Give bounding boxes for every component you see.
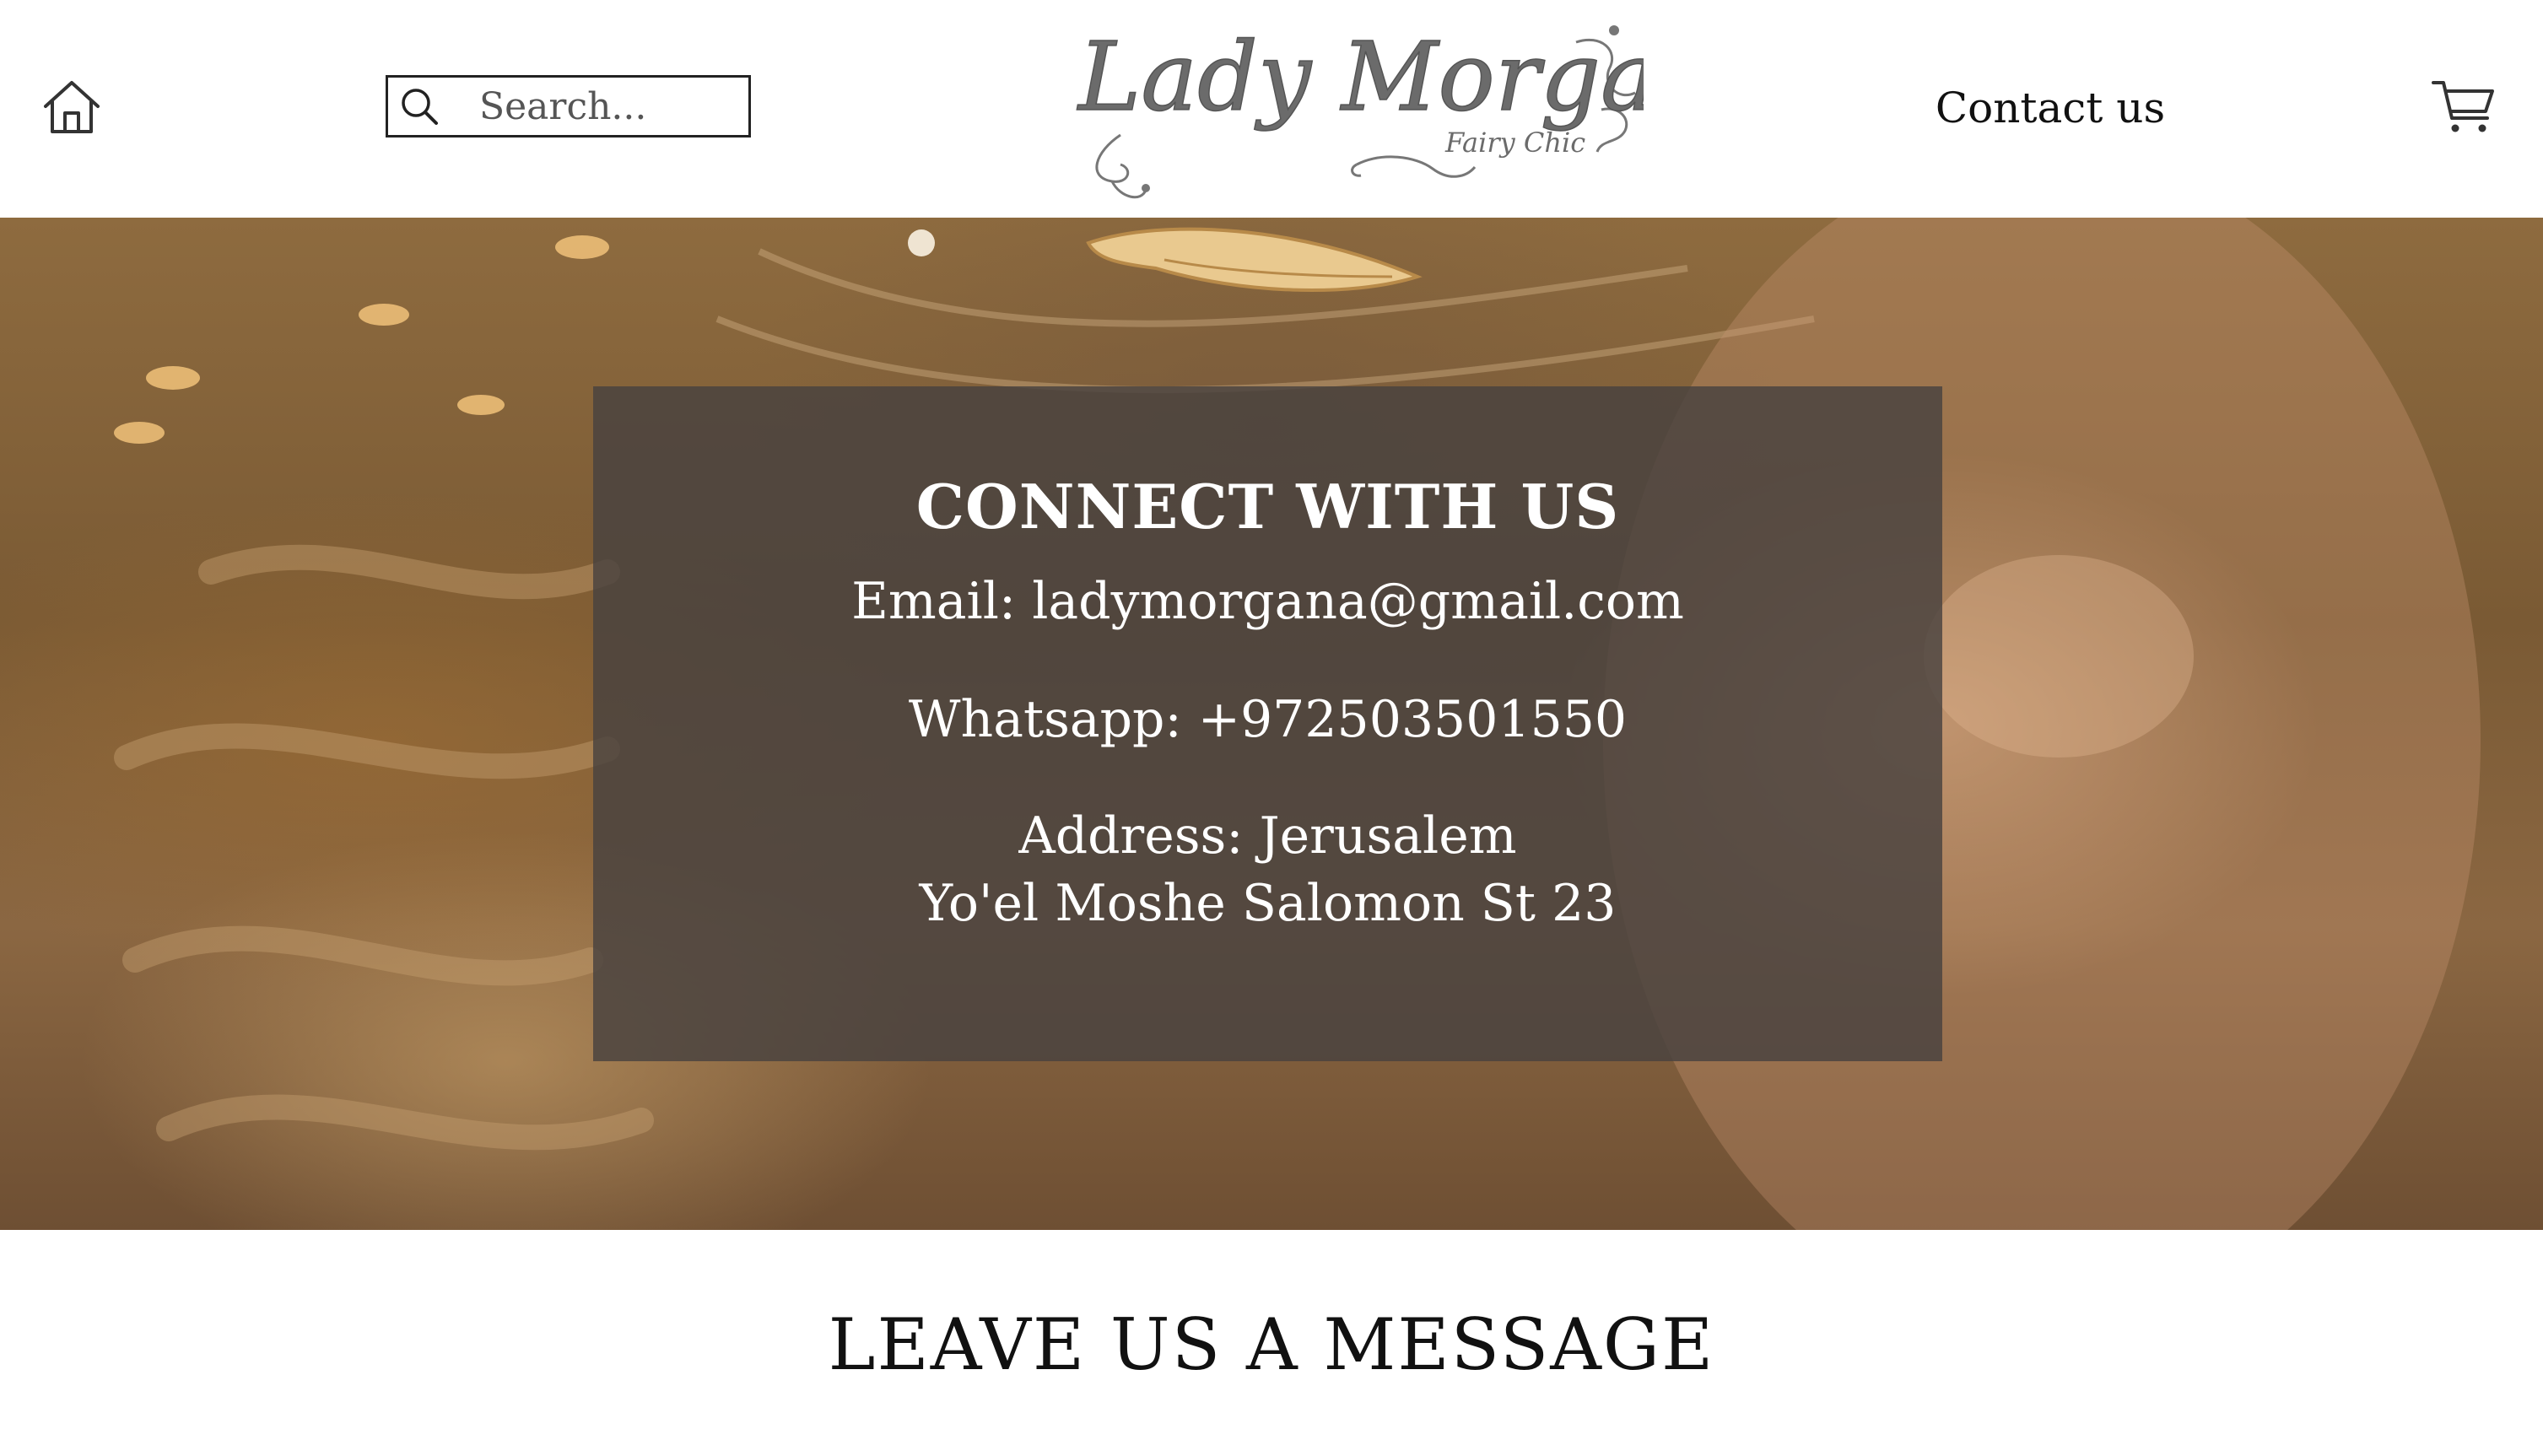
logo-graphic: Lady Morgana Fairy Chic xyxy=(1076,22,1775,199)
search-box[interactable] xyxy=(386,75,751,138)
logo-tagline: Fairy Chic xyxy=(1444,127,1585,159)
search-icon[interactable] xyxy=(398,85,440,127)
home-button[interactable] xyxy=(40,78,103,137)
contact-whatsapp[interactable]: Whatsapp: +972503501550 xyxy=(593,690,1942,749)
connect-title: CONNECT WITH US xyxy=(915,471,1620,542)
logo-name: Lady Morgana xyxy=(1077,23,1644,132)
contact-address-line-1: Address: Jerusalem xyxy=(1018,806,1517,866)
cart-button[interactable] xyxy=(2430,78,2497,137)
home-icon xyxy=(44,81,100,133)
contact-address-line-2: Yo'el Moshe Salomon St 23 xyxy=(919,874,1617,933)
connect-panel: CONNECT WITH US Email: ladymorgana@gmail… xyxy=(593,386,1942,1061)
brand-logo[interactable]: Lady Morgana Fairy Chic xyxy=(1061,8,1775,211)
cart-icon xyxy=(2432,81,2494,132)
hero-section: CONNECT WITH US Email: ladymorgana@gmail… xyxy=(0,218,2543,1230)
site-header: Lady Morgana Fairy Chic Contact us xyxy=(0,0,2543,218)
search-input[interactable] xyxy=(478,80,734,132)
leave-message-title: LEAVE US A MESSAGE xyxy=(828,1303,1715,1386)
contact-email[interactable]: Email: ladymorgana@gmail.com xyxy=(593,572,1942,631)
contact-us-link[interactable]: Contact us xyxy=(1932,76,2168,140)
